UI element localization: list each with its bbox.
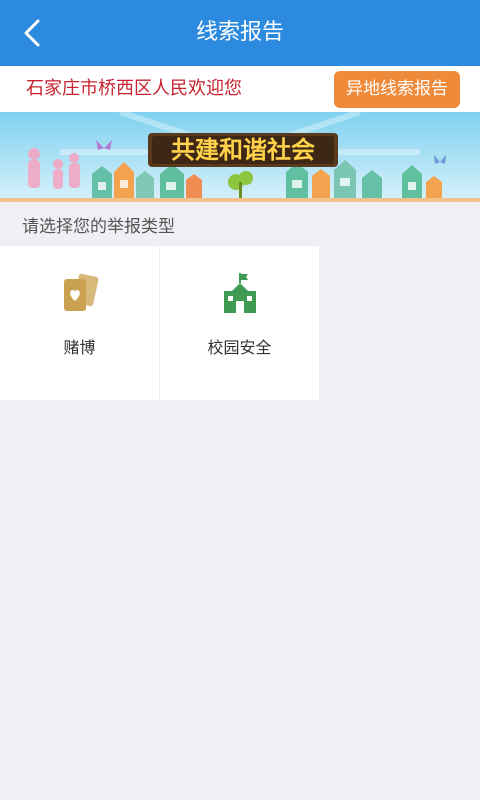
banner-slogan: 共建和谐社会: [171, 136, 315, 164]
tile-label: 校园安全: [207, 338, 272, 357]
app-header: 线索报告: [0, 0, 480, 66]
remote-report-button[interactable]: 异地线索报告: [334, 71, 460, 108]
welcome-text: 石家庄市桥西区人民欢迎您: [26, 78, 242, 99]
cards-icon: [64, 273, 99, 311]
report-type-gambling[interactable]: 赌博: [0, 246, 159, 400]
tile-label: 赌博: [63, 338, 96, 357]
report-type-grid: 赌博 校园安全: [0, 246, 320, 400]
report-type-campus-safety[interactable]: 校园安全: [160, 246, 319, 400]
report-type-prompt: 请选择您的举报类型: [22, 217, 175, 237]
welcome-bar: 石家庄市桥西区人民欢迎您 异地线索报告: [0, 66, 480, 112]
banner-image: 共建和谐社会: [0, 112, 480, 202]
page-title: 线索报告: [195, 20, 284, 45]
school-icon: [224, 273, 256, 313]
